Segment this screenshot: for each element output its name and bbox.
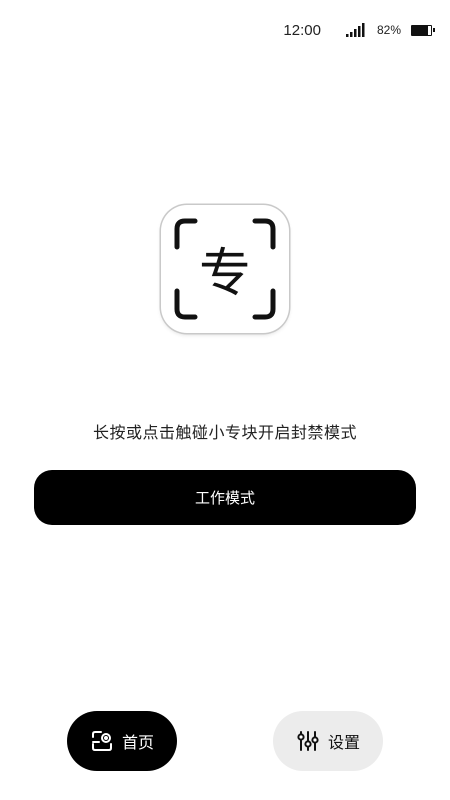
nav-settings-tab[interactable]: 设置 [273, 711, 383, 771]
work-mode-label: 工作模式 [194, 489, 255, 507]
hint-text: 长按或点击触碰小专块开启封禁模式 [92, 423, 357, 442]
sliders-icon [297, 731, 319, 751]
status-time: 12:00 [283, 21, 321, 39]
battery-fill [412, 25, 428, 35]
battery-icon [411, 24, 435, 36]
nav-home-tab[interactable]: 首页 [67, 711, 177, 771]
app-logo[interactable]: 专 [161, 205, 289, 333]
status-bar: 12:00 82% [283, 20, 435, 40]
battery-percentage: 82% [376, 23, 401, 37]
nav-settings-label: 设置 [327, 733, 360, 752]
home-icon [91, 731, 112, 751]
nav-home-label: 首页 [121, 733, 154, 752]
signal-icon [345, 23, 365, 37]
logo-character: 专 [198, 243, 251, 304]
work-mode-button[interactable]: 工作模式 [34, 470, 416, 525]
battery-cap [433, 28, 435, 32]
